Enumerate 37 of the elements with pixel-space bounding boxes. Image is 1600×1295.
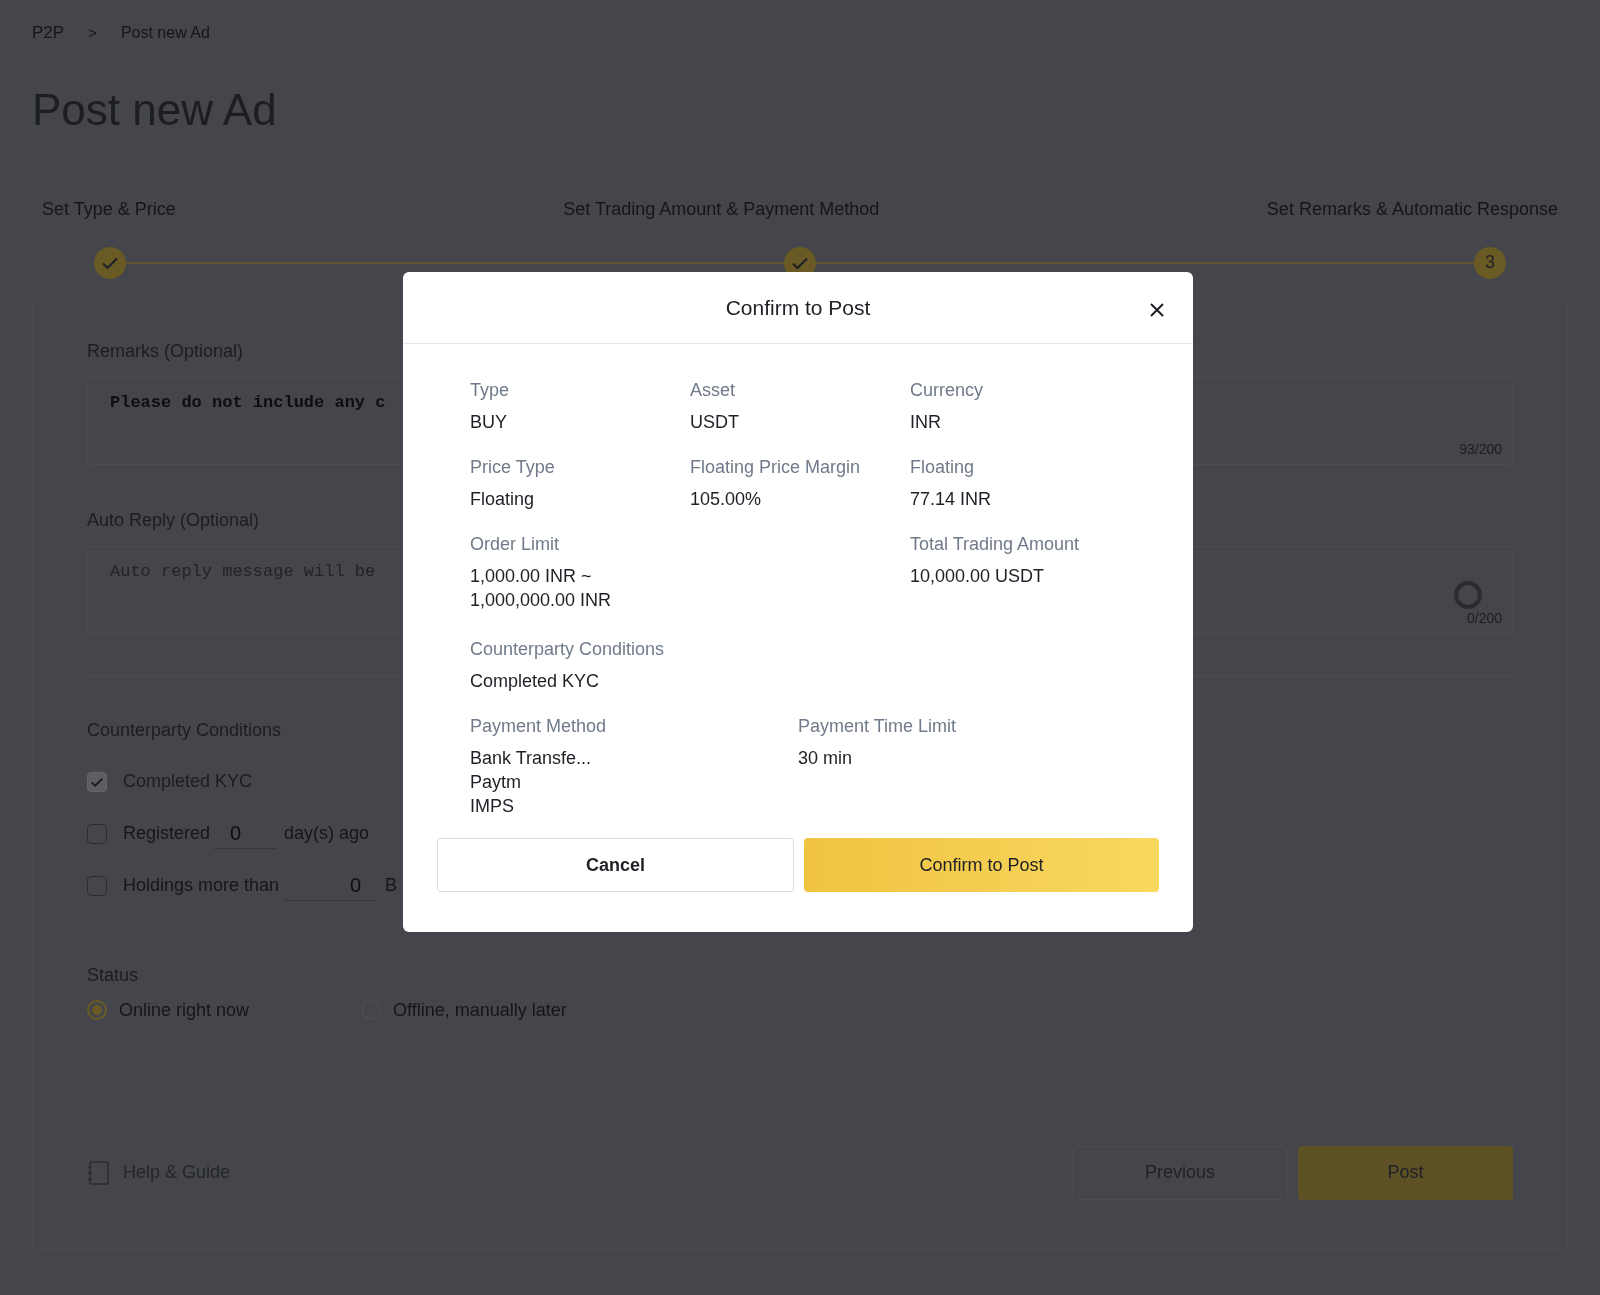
field-label: Counterparty Conditions [470,638,666,661]
field-label: Asset [690,379,737,402]
field-value: USDT [690,411,740,434]
field-value: IMPS [470,795,515,818]
help-book-icon [87,1158,111,1187]
field-value: 77.14 INR [910,488,993,511]
number-field[interactable]: 0 [283,870,378,901]
field-label: Floating Price Margin [690,456,862,479]
step-number: 3 [1474,246,1506,279]
field-value: 10,000.00 USDT [910,565,1046,588]
field-value: BUY [470,411,508,434]
field-label: Order Limit [470,533,560,556]
dialog-title: Confirm to Post [725,294,871,321]
post-button[interactable]: Post [1298,1145,1513,1200]
field-label: Total Trading Amount [910,533,1081,556]
number-field[interactable]: 0 [214,818,277,849]
field-label: Payment Method [470,715,608,738]
field-label: Price Type [470,456,556,479]
field-label: Currency [910,379,985,402]
field-value: 105.00% [690,488,763,511]
field-value: 1,000.00 INR ~ [470,565,593,588]
field-label: Payment Time Limit [798,715,958,738]
cancel-button[interactable]: Cancel [437,838,794,892]
checkbox[interactable] [87,823,107,844]
field-label: Type [470,379,511,402]
field-value: INR [910,411,942,434]
field-value: 30 min [798,747,854,770]
field-value: Please do not include any c [110,392,386,412]
confirm-button[interactable]: Confirm to Post [804,838,1159,892]
field-value: Paytm [470,771,522,794]
field-label: Floating [910,456,976,479]
field-value: Bank Transfe... [470,747,593,770]
field-value: Floating [470,488,536,511]
checkbox[interactable] [87,875,107,896]
breadcrumb-separator: > [88,22,97,43]
field-value: 1,000,000.00 INR [470,589,613,612]
field-value: Completed KYC [470,670,601,693]
